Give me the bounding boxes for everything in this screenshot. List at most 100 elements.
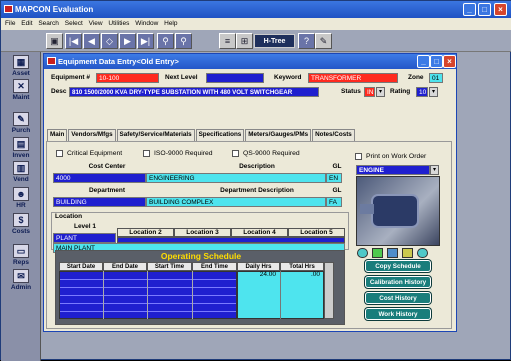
- sidebar-item-inven[interactable]: ▤ Inven: [4, 137, 38, 159]
- tree-icon[interactable]: ⊞: [236, 33, 253, 49]
- level1-field[interactable]: PLANT: [53, 233, 116, 243]
- window-minimize-button[interactable]: _: [417, 55, 430, 68]
- daily-hrs-header: Daily Hrs: [237, 262, 280, 271]
- app-title: MAPCON Evaluation: [15, 5, 94, 14]
- critical-equipment-checkbox[interactable]: [56, 150, 63, 157]
- sidebar-item-costs[interactable]: $ Costs: [4, 213, 38, 235]
- rating-field[interactable]: 10: [416, 87, 428, 97]
- calibration-history-button[interactable]: Calibration History: [365, 276, 431, 288]
- menu-edit[interactable]: Edit: [21, 20, 32, 27]
- schedule-divider: [280, 271, 281, 319]
- equipment-number-field[interactable]: 10-100: [96, 73, 159, 83]
- sidebar-item-asset[interactable]: ▦ Asset: [4, 55, 38, 77]
- status-dropdown-icon[interactable]: ▾: [376, 87, 385, 97]
- image-add-icon[interactable]: [372, 248, 383, 258]
- rating-label: Rating: [390, 88, 411, 95]
- next-level-label: Next Level: [165, 74, 198, 81]
- minimize-button[interactable]: _: [463, 3, 476, 16]
- department-gl-header: GL: [332, 187, 342, 194]
- first-record-icon[interactable]: |◀: [65, 33, 82, 49]
- last-record-icon[interactable]: ▶|: [137, 33, 154, 49]
- menu-file[interactable]: File: [5, 20, 15, 27]
- costs-icon: $: [13, 213, 29, 227]
- location-title: Location: [55, 213, 83, 220]
- list-icon[interactable]: ≡: [219, 33, 236, 49]
- tab-vendors[interactable]: Vendors/Mfgs: [68, 129, 116, 141]
- save-icon[interactable]: ▣: [46, 33, 63, 49]
- tab-meters[interactable]: Meters/Gauges/PMs: [245, 129, 312, 141]
- window-close-button[interactable]: ×: [443, 55, 456, 68]
- next-level-field[interactable]: [206, 73, 264, 83]
- qs-label: QS-9000 Required: [243, 150, 300, 157]
- qs-checkbox[interactable]: [232, 150, 239, 157]
- search-icon[interactable]: ⚲: [157, 33, 174, 49]
- tab-notes[interactable]: Notes/Costs: [312, 129, 355, 141]
- tab-safety[interactable]: Safety/Service/Materials: [116, 129, 195, 141]
- find-icon[interactable]: ⚲: [175, 33, 192, 49]
- critical-equipment-label: Critical Equipment: [67, 150, 123, 157]
- rating-dropdown-icon[interactable]: ▾: [429, 87, 438, 97]
- cost-center-field[interactable]: 4000: [53, 173, 146, 183]
- zone-field[interactable]: 01: [429, 73, 443, 83]
- reps-icon: ▭: [13, 244, 29, 258]
- eraser-icon[interactable]: ◇: [101, 33, 118, 49]
- prev-record-icon[interactable]: ◀: [83, 33, 100, 49]
- sidebar-item-hr[interactable]: ☻ HR: [4, 187, 38, 209]
- sidebar-item-purch[interactable]: ✎ Purch: [4, 112, 38, 134]
- menu-search[interactable]: Search: [38, 20, 59, 27]
- description-field[interactable]: 810 1500/2000 KVA DRY-TYPE SUBSTATION WI…: [69, 87, 319, 97]
- sidebar-item-reps[interactable]: ▭ Reps: [4, 244, 38, 266]
- image-next-icon[interactable]: [417, 248, 428, 258]
- iso-label: ISO-9000 Required: [154, 150, 213, 157]
- window-maximize-button[interactable]: □: [430, 55, 443, 68]
- image-select[interactable]: ENGINE: [356, 165, 430, 175]
- vend-icon: ▥: [13, 161, 29, 175]
- tools-icon[interactable]: ✎: [315, 33, 332, 49]
- schedule-scrollbar[interactable]: [324, 262, 334, 319]
- menu-window[interactable]: Window: [135, 20, 158, 27]
- sidebar-item-maint[interactable]: ✕ Maint: [4, 79, 38, 101]
- purch-icon: ✎: [13, 112, 29, 126]
- schedule-divider: [147, 271, 148, 319]
- copy-schedule-button[interactable]: Copy Schedule: [365, 260, 431, 272]
- close-button[interactable]: ×: [494, 3, 507, 16]
- help-icon[interactable]: ?: [298, 33, 315, 49]
- schedule-title: Operating Schedule: [160, 251, 242, 261]
- tab-specifications[interactable]: Specifications: [195, 129, 245, 141]
- sidebar-item-admin[interactable]: ✉ Admin: [4, 269, 38, 291]
- inven-icon: ▤: [13, 137, 29, 151]
- department-field[interactable]: BUILDING: [53, 197, 146, 207]
- module-sidebar: ▦ Asset ✕ Maint ✎ Purch ▤ Inven ▥ Vend ☻ HR $ C…: [1, 52, 41, 361]
- menu-view[interactable]: View: [89, 20, 103, 27]
- admin-icon: ✉: [13, 269, 29, 283]
- status-field[interactable]: IN: [364, 87, 375, 97]
- cost-description-header: Description: [239, 163, 275, 170]
- image-edit-icon[interactable]: [402, 248, 413, 258]
- engine-shaft-icon: [360, 204, 374, 214]
- sidebar-item-vend[interactable]: ▥ Vend: [4, 161, 38, 183]
- next-record-icon[interactable]: ▶: [119, 33, 136, 49]
- work-history-button[interactable]: Work History: [365, 308, 431, 320]
- menu-select[interactable]: Select: [65, 20, 83, 27]
- keyword-field[interactable]: TRANSFORMER: [308, 73, 398, 83]
- schedule-divider: [103, 271, 104, 319]
- tab-main[interactable]: Main: [47, 129, 68, 141]
- iso-checkbox[interactable]: [143, 150, 150, 157]
- print-work-order-checkbox[interactable]: [355, 153, 362, 160]
- location3-header: Location 3: [174, 228, 231, 237]
- cost-history-button[interactable]: Cost History: [365, 292, 431, 304]
- app-titlebar: MAPCON Evaluation: [1, 1, 511, 18]
- h-tree-button[interactable]: H-Tree: [254, 34, 295, 48]
- image-select-dropdown-icon[interactable]: ▾: [430, 165, 439, 175]
- cost-gl-field: EN: [326, 173, 342, 183]
- image-nav-icon[interactable]: [357, 248, 368, 258]
- maximize-button[interactable]: □: [478, 3, 491, 16]
- location4-header: Location 4: [231, 228, 288, 237]
- schedule-rows-left[interactable]: [59, 271, 237, 319]
- menu-help[interactable]: Help: [164, 20, 177, 27]
- engine-image-icon: [371, 194, 419, 228]
- tab-bar: Main Vendors/Mfgs Safety/Service/Materia…: [47, 129, 355, 141]
- menu-utilities[interactable]: Utilities: [108, 20, 129, 27]
- equipment-photo: [356, 176, 440, 246]
- image-view-icon[interactable]: [387, 248, 398, 258]
